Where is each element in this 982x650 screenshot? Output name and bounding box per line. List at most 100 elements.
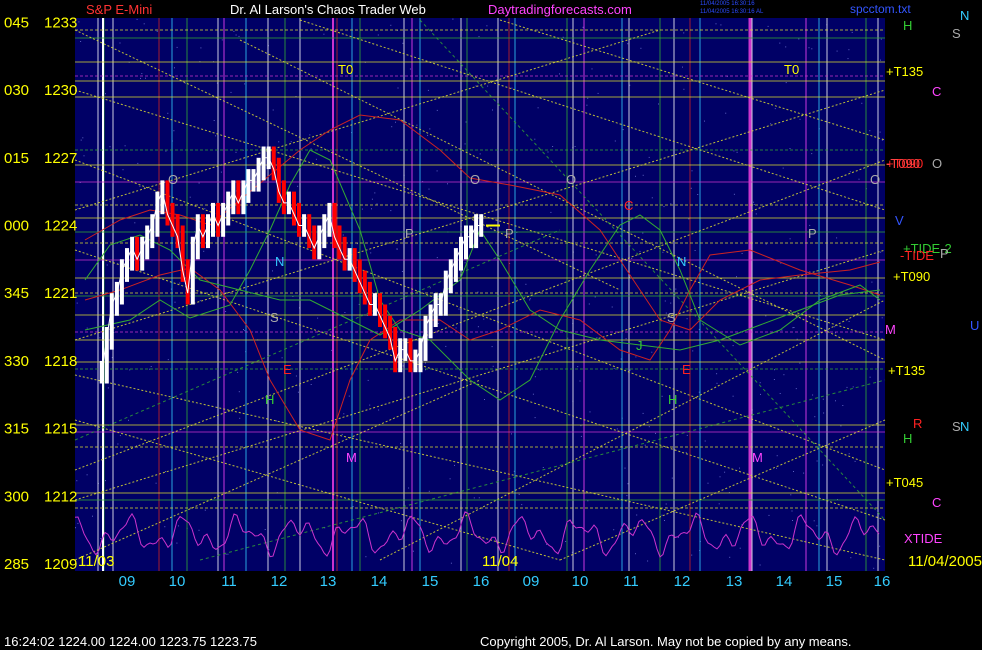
annotation-m: M <box>752 450 763 465</box>
star-dot <box>165 150 167 152</box>
annotation-c: C <box>932 84 941 99</box>
star-dot <box>77 522 79 524</box>
star-dot <box>835 400 836 402</box>
star-dot <box>647 560 649 562</box>
star-dot <box>235 34 237 36</box>
star-dot <box>534 376 536 378</box>
star-dot <box>511 87 513 89</box>
star-dot <box>105 480 106 482</box>
star-dot <box>220 171 222 173</box>
star-dot <box>848 49 850 51</box>
star-dot <box>487 85 489 87</box>
star-dot <box>642 232 644 234</box>
star-dot <box>586 104 588 106</box>
star-dot <box>610 74 612 76</box>
star-dot <box>239 417 241 419</box>
star-dot <box>848 321 850 322</box>
star-dot <box>198 182 200 184</box>
star-dot <box>309 134 311 136</box>
annotation-p: P <box>940 246 949 261</box>
star-dot <box>164 526 166 528</box>
star-dot <box>822 398 824 400</box>
star-dot <box>589 411 591 413</box>
star-dot <box>221 39 223 41</box>
star-dot <box>625 338 627 340</box>
star-dot <box>92 515 93 517</box>
star-dot <box>789 238 791 240</box>
annotation-j: J <box>636 338 643 353</box>
star-dot <box>773 379 775 380</box>
star-dot <box>455 327 457 329</box>
annotation-t135: +T135 <box>886 64 923 79</box>
star-dot <box>765 315 767 317</box>
star-dot <box>458 308 460 310</box>
star-dot <box>165 471 166 472</box>
star-dot <box>686 434 688 436</box>
star-dot <box>782 167 784 169</box>
star-dot <box>836 50 838 52</box>
star-dot <box>452 18 454 20</box>
star-dot <box>682 66 683 68</box>
star-dot <box>478 36 480 38</box>
star-dot <box>822 464 824 466</box>
star-dot <box>834 326 836 328</box>
star-dot <box>799 118 801 120</box>
star-dot <box>881 317 883 319</box>
x-hour-label: 16 <box>473 573 490 590</box>
star-dot <box>534 417 536 419</box>
star-dot <box>412 550 414 552</box>
star-dot <box>367 379 369 381</box>
star-dot <box>808 47 810 49</box>
star-dot <box>736 276 737 278</box>
copyright: Copyright 2005, Dr. Al Larson. May not b… <box>480 634 852 649</box>
star-dot <box>371 198 373 200</box>
star-dot <box>658 103 659 105</box>
star-dot <box>511 433 512 435</box>
star-dot <box>134 222 136 224</box>
star-dot <box>691 554 693 556</box>
star-dot <box>765 243 767 245</box>
star-dot <box>665 503 667 505</box>
star-dot <box>869 376 871 378</box>
star-dot <box>627 43 629 45</box>
annotation-c: C <box>624 198 633 213</box>
star-dot <box>579 380 581 382</box>
annotation-e: E <box>283 362 292 377</box>
star-dot <box>369 404 371 406</box>
y-price-label-1224: 1224 <box>44 218 77 235</box>
y-price-label-1218: 1218 <box>44 353 77 370</box>
star-dot <box>297 185 299 187</box>
annotation-p: P <box>405 226 414 241</box>
star-dot <box>552 146 554 147</box>
star-dot <box>729 556 731 558</box>
star-dot <box>732 395 734 397</box>
x-hour-label: 13 <box>320 573 337 590</box>
star-dot <box>690 187 692 189</box>
star-dot <box>483 318 485 320</box>
star-dot <box>454 464 455 466</box>
star-dot <box>847 58 849 60</box>
annotation-t0: T0 <box>784 62 799 77</box>
star-dot <box>785 46 787 48</box>
star-dot <box>655 432 656 434</box>
star-dot <box>759 382 761 384</box>
star-dot <box>141 73 143 75</box>
star-dot <box>636 514 638 516</box>
star-dot <box>492 365 494 367</box>
annotation-h: H <box>265 392 274 407</box>
y-price-label-1233: 1233 <box>44 14 77 31</box>
y-angle-label-1224: 000 <box>4 218 29 235</box>
star-dot <box>635 553 636 555</box>
star-dot <box>416 124 418 126</box>
star-dot <box>588 303 590 305</box>
x-hour-label: 12 <box>271 573 288 590</box>
star-dot <box>428 188 430 190</box>
star-dot <box>390 24 392 26</box>
star-dot <box>179 282 181 284</box>
star-dot <box>278 141 280 143</box>
quote-status: 16:24:02 1224.00 1224.00 1223.75 1223.75 <box>4 634 258 649</box>
star-dot <box>635 175 636 177</box>
star-dot <box>790 494 792 496</box>
star-dot <box>799 362 801 364</box>
star-dot <box>537 107 539 109</box>
